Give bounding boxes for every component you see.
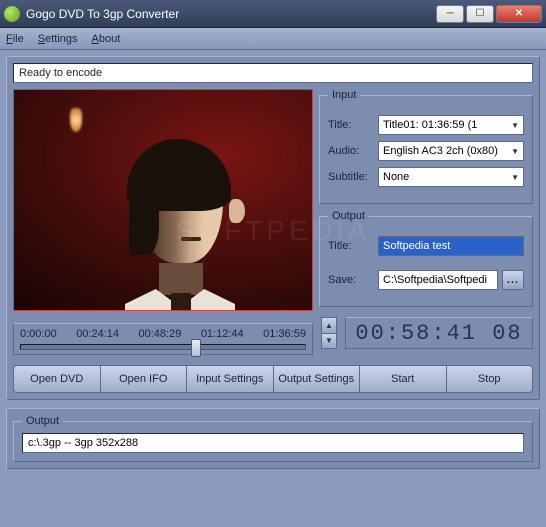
maximize-button[interactable]: ☐ (466, 5, 494, 23)
main-panel: Ready to encode (6, 56, 540, 400)
app-icon (4, 6, 20, 22)
menu-file[interactable]: File (6, 33, 24, 45)
tick-3: 01:12:44 (201, 328, 244, 344)
output-legend: Output (328, 210, 369, 222)
minimize-button[interactable]: ─ (436, 5, 464, 23)
input-audio-label: Audio: (328, 145, 378, 157)
time-display: 00:58:41 08 (345, 317, 533, 349)
stop-button[interactable]: Stop (446, 365, 534, 393)
start-button[interactable]: Start (359, 365, 446, 393)
input-title-select[interactable]: Title01: 01:36:59 (1 (378, 115, 524, 135)
input-group: Input Title: Title01: 01:36:59 (1 Audio:… (319, 89, 533, 204)
menu-about[interactable]: About (92, 33, 121, 45)
tick-4: 01:36:59 (263, 328, 306, 344)
bottom-output-value[interactable]: c:\.3gp -- 3gp 352x288 (22, 433, 524, 453)
status-bar: Ready to encode (13, 63, 533, 83)
tick-1: 00:24:14 (76, 328, 119, 344)
input-settings-button[interactable]: Input Settings (186, 365, 273, 393)
scroll-down-icon[interactable]: ▼ (322, 333, 336, 349)
tick-0: 0:00:00 (20, 328, 57, 344)
output-title-input[interactable]: Softpedia test (378, 236, 524, 256)
close-button[interactable]: ✕ (496, 5, 542, 23)
open-dvd-button[interactable]: Open DVD (13, 365, 100, 393)
open-ifo-button[interactable]: Open IFO (100, 365, 187, 393)
output-settings-button[interactable]: Output Settings (273, 365, 360, 393)
input-audio-select[interactable]: English AC3 2ch (0x80) (378, 141, 524, 161)
browse-button[interactable]: ... (502, 270, 524, 290)
bottom-output-group: Output c:\.3gp -- 3gp 352x288 (13, 415, 533, 462)
button-row: Open DVD Open IFO Input Settings Output … (13, 365, 533, 393)
input-title-label: Title: (328, 119, 378, 131)
input-subtitle-select[interactable]: None (378, 167, 524, 187)
timeline[interactable]: 0:00:00 00:24:14 00:48:29 01:12:44 01:36… (13, 323, 313, 355)
menubar: File Settings About (0, 28, 546, 50)
bottom-output-legend: Output (22, 415, 63, 427)
timeline-scroll[interactable]: ▲ ▼ (321, 317, 337, 349)
input-legend: Input (328, 89, 360, 101)
input-subtitle-label: Subtitle: (328, 171, 378, 183)
tick-2: 00:48:29 (139, 328, 182, 344)
output-group: Output Title: Softpedia test Save: C:\So… (319, 210, 533, 307)
video-preview[interactable] (13, 89, 313, 311)
scroll-up-icon[interactable]: ▲ (322, 318, 336, 333)
bottom-panel: Output c:\.3gp -- 3gp 352x288 (6, 408, 540, 469)
timeline-thumb[interactable] (191, 339, 201, 357)
titlebar[interactable]: Gogo DVD To 3gp Converter ─ ☐ ✕ (0, 0, 546, 28)
output-save-input[interactable]: C:\Softpedia\Softpedi (378, 270, 498, 290)
output-title-label: Title: (328, 240, 378, 252)
window-title: Gogo DVD To 3gp Converter (26, 7, 436, 21)
output-save-label: Save: (328, 274, 378, 286)
menu-settings[interactable]: Settings (38, 33, 78, 45)
